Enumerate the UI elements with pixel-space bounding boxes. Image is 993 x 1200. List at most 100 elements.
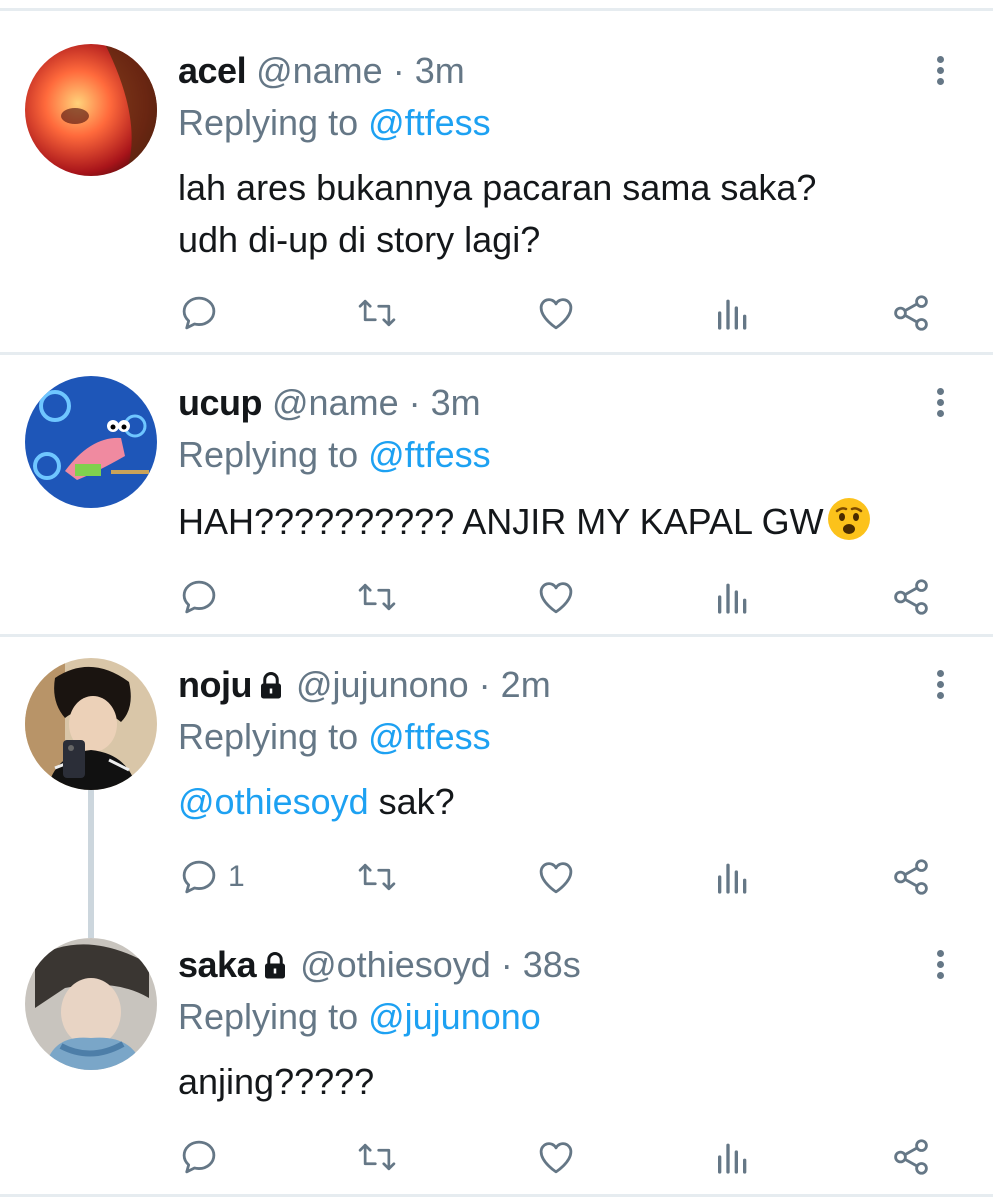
lock-icon bbox=[265, 952, 286, 979]
anxious-face-emoji bbox=[827, 498, 870, 540]
analytics-button[interactable] bbox=[713, 572, 753, 622]
tweet-text-line: anjing????? bbox=[178, 1061, 375, 1102]
replying-prefix: Replying to bbox=[178, 102, 369, 143]
timestamp[interactable]: 38s bbox=[523, 944, 581, 985]
separator: · bbox=[490, 944, 523, 985]
retweet-icon bbox=[358, 583, 396, 611]
analytics-button[interactable] bbox=[713, 1132, 753, 1182]
tweet-text: anjing????? bbox=[178, 1056, 374, 1108]
like-button[interactable] bbox=[535, 288, 577, 338]
replying-to-link[interactable]: @jujunono bbox=[368, 996, 541, 1037]
avatar[interactable] bbox=[25, 44, 157, 176]
share-button[interactable] bbox=[890, 288, 932, 338]
analytics-icon bbox=[718, 863, 747, 894]
heart-icon bbox=[539, 862, 573, 894]
display-name[interactable]: noju bbox=[178, 664, 252, 705]
tweet-actions bbox=[0, 1132, 993, 1182]
separator: · bbox=[398, 382, 431, 423]
tweet-header: noju @jujunono · 2m bbox=[178, 662, 551, 708]
like-button[interactable] bbox=[535, 852, 577, 902]
analytics-icon bbox=[718, 583, 747, 614]
reply-button[interactable] bbox=[178, 572, 220, 622]
replying-to-link[interactable]: @ftfess bbox=[368, 434, 491, 475]
tweet-text-rest: sak? bbox=[368, 781, 455, 822]
share-icon bbox=[894, 1139, 928, 1175]
display-name[interactable]: acel bbox=[178, 50, 247, 91]
reply-button[interactable] bbox=[178, 288, 220, 338]
replying-prefix: Replying to bbox=[178, 996, 369, 1037]
reply-button[interactable] bbox=[178, 1132, 220, 1182]
replying-to: Replying to @ftfess bbox=[178, 432, 491, 478]
retweet-button[interactable] bbox=[355, 852, 399, 902]
reply-icon bbox=[182, 580, 216, 614]
tweet-header: saka @othiesoyd · 38s bbox=[178, 942, 581, 988]
heart-icon bbox=[539, 1142, 573, 1174]
tweet-text-line: lah ares bukannya pacaran sama saka? bbox=[178, 167, 817, 208]
mention-link[interactable]: @othiesoyd bbox=[178, 781, 369, 822]
replying-to: Replying to @jujunono bbox=[178, 994, 541, 1040]
user-handle[interactable]: @othiesoyd bbox=[300, 944, 491, 985]
like-button[interactable] bbox=[535, 1132, 577, 1182]
retweet-button[interactable] bbox=[355, 288, 399, 338]
retweet-icon bbox=[358, 863, 396, 891]
heart-icon bbox=[539, 582, 573, 614]
user-handle[interactable]: @jujunono bbox=[296, 664, 469, 705]
timestamp[interactable]: 2m bbox=[501, 664, 551, 705]
tweet-actions bbox=[0, 572, 993, 622]
divider bbox=[0, 352, 993, 355]
divider bbox=[0, 8, 993, 11]
avatar[interactable] bbox=[25, 938, 157, 1070]
share-icon bbox=[894, 859, 928, 895]
separator: · bbox=[468, 664, 501, 705]
timestamp[interactable]: 3m bbox=[431, 382, 481, 423]
avatar[interactable] bbox=[25, 658, 157, 790]
more-vertical-icon[interactable] bbox=[928, 388, 952, 424]
tweet-text: lah ares bukannya pacaran sama saka? udh… bbox=[178, 162, 816, 266]
avatar[interactable] bbox=[25, 376, 157, 508]
analytics-icon bbox=[718, 1143, 747, 1174]
replying-to-link[interactable]: @ftfess bbox=[368, 716, 491, 757]
retweet-icon bbox=[358, 1143, 396, 1171]
tweet-text-line: HAH?????????? ANJIR MY KAPAL GW bbox=[178, 501, 824, 542]
retweet-icon bbox=[358, 299, 396, 327]
reply-button[interactable]: 1 bbox=[178, 852, 245, 902]
like-button[interactable] bbox=[535, 572, 577, 622]
tweet-text: @othiesoyd sak? bbox=[178, 776, 455, 828]
more-vertical-icon[interactable] bbox=[928, 56, 952, 92]
replying-prefix: Replying to bbox=[178, 716, 369, 757]
tweet-header: acel @name · 3m bbox=[178, 48, 465, 94]
tweet-text: HAH?????????? ANJIR MY KAPAL GW bbox=[178, 496, 872, 548]
replying-to: Replying to @ftfess bbox=[178, 714, 491, 760]
retweet-button[interactable] bbox=[355, 1132, 399, 1182]
divider bbox=[0, 634, 993, 637]
display-name[interactable]: ucup bbox=[178, 382, 263, 423]
replying-prefix: Replying to bbox=[178, 434, 369, 475]
retweet-button[interactable] bbox=[355, 572, 399, 622]
divider bbox=[0, 1194, 993, 1197]
reply-count: 1 bbox=[228, 860, 245, 893]
more-vertical-icon[interactable] bbox=[928, 670, 952, 706]
user-handle[interactable]: @name bbox=[256, 50, 383, 91]
lock-icon bbox=[260, 672, 281, 699]
reply-icon bbox=[182, 860, 216, 894]
user-handle[interactable]: @name bbox=[272, 382, 399, 423]
separator: · bbox=[382, 50, 415, 91]
display-name[interactable]: saka bbox=[178, 944, 257, 985]
analytics-button[interactable] bbox=[713, 852, 753, 902]
analytics-icon bbox=[718, 299, 747, 330]
timestamp[interactable]: 3m bbox=[415, 50, 465, 91]
replying-to: Replying to @ftfess bbox=[178, 100, 491, 146]
share-icon bbox=[894, 295, 928, 331]
share-button[interactable] bbox=[890, 852, 932, 902]
tweet-header: ucup @name · 3m bbox=[178, 380, 481, 426]
reply-icon bbox=[182, 1140, 216, 1174]
more-vertical-icon[interactable] bbox=[928, 950, 952, 986]
analytics-button[interactable] bbox=[713, 288, 753, 338]
share-button[interactable] bbox=[890, 572, 932, 622]
share-button[interactable] bbox=[890, 1132, 932, 1182]
tweet-actions bbox=[0, 288, 993, 338]
tweet-text-line: udh di-up di story lagi? bbox=[178, 219, 541, 260]
share-icon bbox=[894, 579, 928, 615]
replying-to-link[interactable]: @ftfess bbox=[368, 102, 491, 143]
heart-icon bbox=[539, 298, 573, 330]
